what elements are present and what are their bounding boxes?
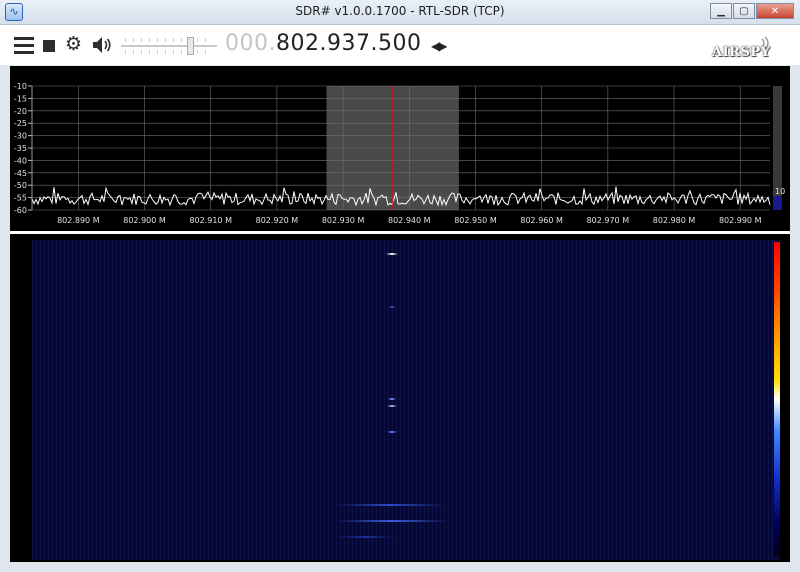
slider-ticks-bottom (125, 50, 213, 54)
logo-text: AIRSPY (712, 45, 771, 60)
y-tick-label: -10 (14, 82, 27, 91)
waterfall-signal-streak (387, 398, 396, 400)
y-tick-label: -55 (14, 194, 27, 203)
x-tick-label: 802.890 M (57, 216, 100, 225)
slider-track (121, 45, 217, 47)
x-tick-label: 802.940 M (388, 216, 431, 225)
waterfall-signal-streak (335, 504, 446, 506)
speaker-icon[interactable] (92, 36, 112, 54)
frequency-display[interactable]: 000.802.937.500 (225, 31, 421, 56)
window-controls: ▁ ▢ ✕ (709, 3, 794, 19)
spectrum-analyzer[interactable]: -10 -15 -20 -25 -30 -35 -40 -45 -50 -55 -60 802.890… (10, 66, 790, 231)
x-tick-label: 802.920 M (256, 216, 299, 225)
waterfall-signal-streak (335, 536, 396, 538)
slider-thumb[interactable] (187, 37, 194, 55)
frequency-leading-digits[interactable]: 000. (225, 31, 276, 56)
volume-slider[interactable] (121, 35, 217, 57)
y-tick-label: -60 (14, 206, 27, 215)
y-tick-label: -40 (14, 156, 27, 165)
x-tick-label: 802.980 M (653, 216, 696, 225)
waterfall-field[interactable] (32, 240, 780, 560)
x-tick-label: 802.970 M (587, 216, 630, 225)
x-tick-label: 802.930 M (322, 216, 365, 225)
y-tick-label: -35 (14, 144, 27, 153)
frequency-digits[interactable]: 802.937.500 (276, 31, 421, 56)
waterfall-signal-streak (385, 253, 398, 255)
y-tick-label: -50 (14, 181, 27, 190)
y-tick-label: -45 (14, 169, 27, 178)
waterfall-signal-streak (386, 431, 397, 433)
x-tick-label: 802.910 M (189, 216, 232, 225)
waterfall-display[interactable] (10, 234, 790, 562)
title-bar[interactable]: ∿ SDR# v1.0.0.1700 - RTL-SDR (TCP) ▁ ▢ ✕ (0, 0, 800, 25)
airspy-logo: AIRSPY (712, 37, 774, 61)
spectrum-plot[interactable]: -10 -15 -20 -25 -30 -35 -40 -45 -50 -55 -60 802.890… (10, 66, 790, 231)
waterfall-signal-streak (386, 405, 397, 407)
contrast-value-label: 10 (775, 187, 785, 196)
gear-icon[interactable]: ⚙ (65, 35, 82, 54)
contrast-level (773, 196, 782, 210)
close-button[interactable]: ✕ (756, 3, 794, 19)
menu-icon[interactable] (14, 37, 34, 58)
slider-ticks-top (125, 38, 213, 42)
x-tick-label: 802.960 M (520, 216, 563, 225)
window-title: SDR# v1.0.0.1700 - RTL-SDR (TCP) (295, 4, 505, 18)
maximize-button[interactable]: ▢ (733, 3, 755, 19)
x-tick-label: 802.990 M (719, 216, 762, 225)
y-tick-label: -30 (14, 132, 27, 141)
waterfall-signal-streak (388, 306, 395, 308)
x-tick-label: 802.950 M (454, 216, 497, 225)
y-tick-label: -15 (14, 94, 27, 103)
stop-icon[interactable] (43, 40, 55, 52)
y-tick-label: -20 (14, 107, 27, 116)
x-tick-label: 802.900 M (123, 216, 166, 225)
frequency-step-arrows[interactable]: ◀▶ (431, 39, 448, 53)
window-bottom-border (0, 562, 800, 572)
waterfall-color-scale (774, 242, 780, 556)
waterfall-signal-streak (335, 520, 448, 522)
y-tick-label: -25 (14, 119, 27, 128)
minimize-button[interactable]: ▁ (710, 3, 732, 19)
toolbar: ⚙ 000.802.937.500 ◀▶ AIRSPY (0, 25, 800, 65)
